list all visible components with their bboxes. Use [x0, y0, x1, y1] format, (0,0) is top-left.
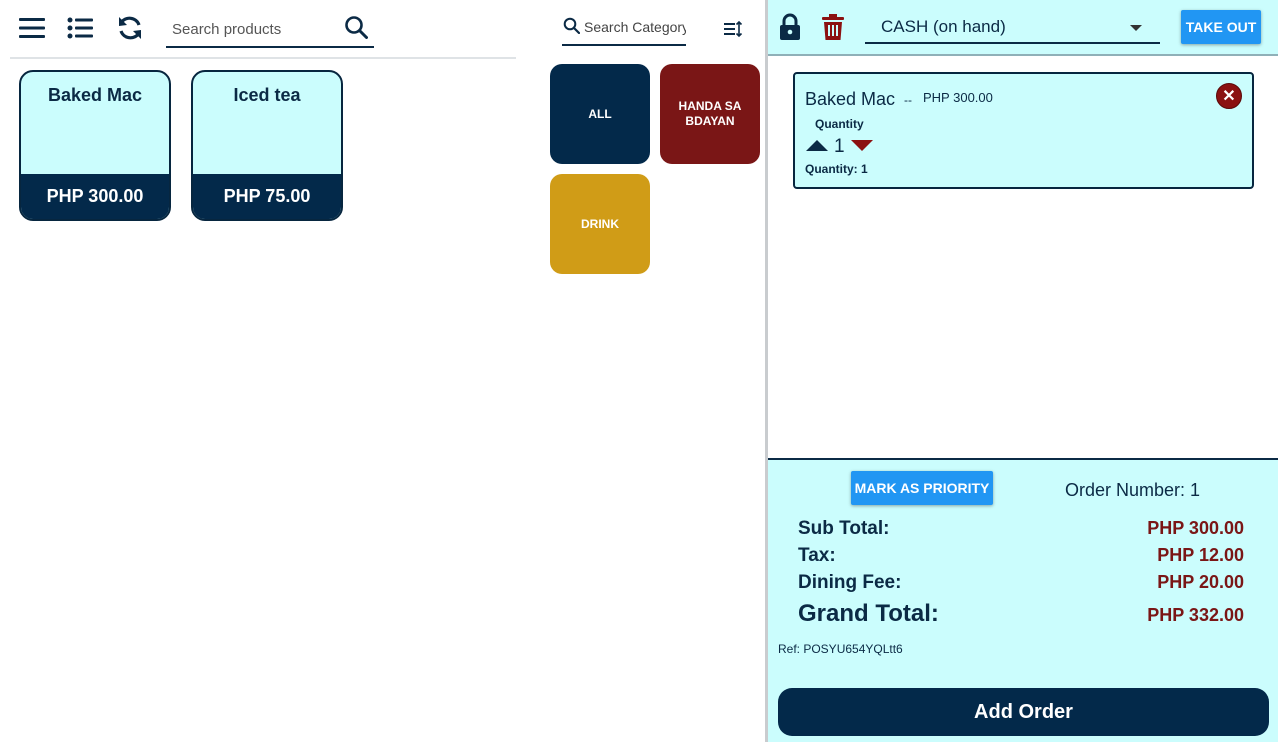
mark-as-priority-button[interactable]: MARK AS PRIORITY: [851, 471, 993, 505]
search-products-field[interactable]: [166, 10, 374, 48]
quantity-summary: Quantity: 1: [805, 162, 868, 176]
product-price: PHP 75.00: [193, 174, 341, 219]
category-tile-handa-sa-bdayan[interactable]: HANDA SA BDAYAN: [660, 64, 760, 164]
product-card-baked-mac[interactable]: Baked Mac PHP 300.00: [19, 70, 171, 221]
category-tile-drink[interactable]: DRINK: [550, 174, 650, 274]
product-name: Iced tea: [233, 85, 301, 105]
order-item-card: Baked Mac -- PHP 300.00 ✕ Quantity 1 Qua…: [793, 72, 1254, 189]
toolbar-divider: [10, 57, 516, 59]
dining-fee-value: PHP 20.00: [1157, 572, 1244, 592]
category-tile-all[interactable]: ALL: [550, 64, 650, 164]
quantity-value: 1: [834, 136, 845, 157]
search-category-input[interactable]: [584, 17, 686, 37]
sort-icon[interactable]: [722, 18, 744, 40]
reference-code: Ref: POSYU654YQLtt6: [778, 642, 903, 656]
tax-label: Tax:: [798, 545, 836, 566]
list-icon[interactable]: [66, 14, 94, 42]
search-icon[interactable]: [343, 14, 369, 40]
order-number: Order Number: 1: [1065, 480, 1201, 500]
grand-total-label: Grand Total:: [798, 600, 939, 627]
payment-method-select[interactable]: CASH (on hand): [865, 10, 1160, 44]
quantity-increase-icon[interactable]: [806, 140, 828, 151]
hamburger-menu-icon[interactable]: [18, 14, 46, 42]
search-category-field[interactable]: [562, 10, 686, 46]
order-panel: CASH (on hand) TAKE OUT Baked Mac -- PHP…: [768, 0, 1278, 742]
take-out-button[interactable]: TAKE OUT: [1181, 10, 1261, 44]
trash-icon[interactable]: [821, 13, 845, 41]
product-price: PHP 300.00: [21, 174, 169, 219]
grand-total-row: Grand Total: PHP 332.00: [798, 600, 1244, 628]
refresh-icon[interactable]: [115, 13, 145, 43]
totals-panel: MARK AS PRIORITY Order Number: 1 Sub Tot…: [768, 458, 1278, 742]
order-header: CASH (on hand) TAKE OUT: [768, 0, 1278, 56]
remove-item-icon[interactable]: ✕: [1216, 83, 1242, 109]
add-order-button[interactable]: Add Order: [778, 688, 1269, 736]
tax-value: PHP 12.00: [1157, 545, 1244, 565]
subtotal-label: Sub Total:: [798, 518, 890, 539]
product-card-iced-tea[interactable]: Iced tea PHP 75.00: [191, 70, 343, 221]
quantity-label: Quantity: [815, 117, 864, 131]
search-category-icon: [562, 16, 580, 34]
quantity-decrease-icon[interactable]: [851, 140, 873, 151]
tax-row: Tax: PHP 12.00: [798, 545, 1244, 567]
dining-fee-label: Dining Fee:: [798, 572, 902, 593]
lock-icon[interactable]: [778, 12, 802, 42]
grand-total-value: PHP 332.00: [1147, 605, 1244, 625]
dining-fee-row: Dining Fee: PHP 20.00: [798, 572, 1244, 594]
payment-method-value: CASH (on hand): [881, 17, 1006, 36]
search-products-input[interactable]: [172, 18, 337, 40]
subtotal-row: Sub Total: PHP 300.00: [798, 518, 1244, 540]
chevron-down-icon: [1130, 25, 1142, 31]
order-item-price: PHP 300.00: [923, 90, 993, 105]
subtotal-value: PHP 300.00: [1147, 518, 1244, 538]
product-name: Baked Mac: [47, 85, 143, 105]
order-item-separator: --: [904, 93, 912, 107]
order-item-name: Baked Mac: [805, 89, 896, 109]
